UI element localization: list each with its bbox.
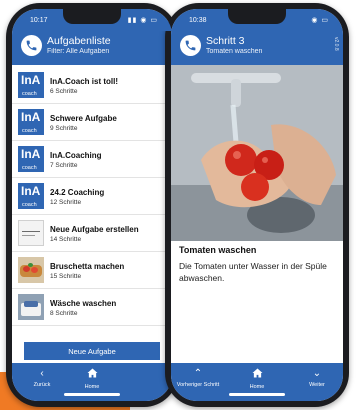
task-title: InA.Coach ist toll! [50,77,118,86]
home-indicator[interactable] [229,393,285,396]
phone-right: 10:38 ◉ ▭ Schritt 3 Tomaten waschen v2.0… [165,3,349,407]
task-title: Neue Aufgabe erstellen [50,225,139,234]
list-item[interactable]: InA coach 24.2 Coaching 12 Schritte [12,178,172,215]
task-steps: 14 Schritte [50,236,82,243]
tomato-washing-photo [171,65,343,241]
ina-coach-logo: InA coach [18,146,44,172]
list-item[interactable]: InA coach InA.Coaching 7 Schritte [12,141,172,178]
home-icon [235,368,279,382]
chevron-up-icon: ⌃ [193,368,203,379]
ina-coach-logo: InA coach [18,183,44,209]
chevron-left-icon: ‹ [40,368,44,379]
task-title: Wäsche waschen [50,299,117,308]
step-title: Tomaten waschen [179,245,257,255]
list-item[interactable]: Wäsche waschen 8 Schritte [12,289,172,326]
phone-notch [63,9,121,24]
chevron-down-icon: ⌄ [312,368,322,379]
version-label: v2.0.8 [333,37,339,51]
home-indicator[interactable] [64,393,120,396]
bottom-nav: ⌃ Vorheriger Schritt Home ⌄ Weiter [171,363,343,401]
task-list-screen: 10:17 ▮▮ ◉ ▭ Aufgabenliste Filter: Alle … [12,9,172,401]
task-title: InA.Coaching [50,151,102,160]
laundry-thumbnail [18,294,44,320]
step-description: Die Tomaten unter Wasser in der Spüle ab… [179,261,327,283]
task-steps: 12 Schritte [50,199,82,206]
signal-wifi-battery-icon: ▮▮ ◉ ▭ [127,17,158,24]
app-header: Aufgabenliste Filter: Alle Aufgaben [12,31,172,65]
next-step-button[interactable]: ⌄ Weiter [295,368,339,388]
list-item[interactable]: Neue Aufgabe erstellen 14 Schritte [12,215,172,252]
list-item[interactable]: InA coach Schwere Aufgabe 9 Schritte [12,104,172,141]
new-task-button[interactable]: Neue Aufgabe [24,342,160,360]
phone-left: 10:17 ▮▮ ◉ ▭ Aufgabenliste Filter: Alle … [6,3,178,407]
page-title: Aufgabenliste [47,35,111,47]
step-title-header: Schritt 3 [206,35,245,47]
task-steps: 7 Schritte [50,162,78,169]
phone-notch [228,9,286,24]
phone-handset-icon[interactable] [180,35,201,56]
task-title: Schwere Aufgabe [50,114,117,123]
step-subtitle-header: Tomaten waschen [206,48,263,55]
step-content: Tomaten waschen Die Tomaten unter Wasser… [179,245,335,284]
back-button[interactable]: ‹ Zurück [20,368,64,388]
task-steps: 6 Schritte [50,88,78,95]
task-list: InA coach InA.Coach ist toll! 6 Schritte… [12,67,172,326]
home-button[interactable]: Home [70,368,114,390]
step-screen: 10:38 ◉ ▭ Schritt 3 Tomaten waschen v2.0… [171,9,343,401]
phone-handset-icon[interactable] [21,35,42,56]
status-time: 10:38 [189,17,207,24]
app-header: Schritt 3 Tomaten waschen v2.0.8 [171,31,343,65]
task-steps: 8 Schritte [50,310,78,317]
task-title: Bruschetta machen [50,262,125,271]
list-item[interactable]: InA coach InA.Coach ist toll! 6 Schritte [12,67,172,104]
ina-coach-logo: InA coach [18,72,44,98]
document-thumbnail [18,220,44,246]
status-time: 10:17 [30,17,48,24]
bottom-nav: ‹ Zurück Home [12,363,172,401]
task-title: 24.2 Coaching [50,188,105,197]
list-item[interactable]: Bruschetta machen 15 Schritte [12,252,172,289]
task-steps: 15 Schritte [50,273,82,280]
home-icon [70,368,114,382]
home-button[interactable]: Home [235,368,279,390]
signal-wifi-battery-icon: ◉ ▭ [311,17,329,24]
filter-label[interactable]: Filter: Alle Aufgaben [47,48,109,55]
previous-step-button[interactable]: ⌃ Vorheriger Schritt [173,368,223,388]
ina-coach-logo: InA coach [18,109,44,135]
bruschetta-thumbnail [18,257,44,283]
task-steps: 9 Schritte [50,125,78,132]
